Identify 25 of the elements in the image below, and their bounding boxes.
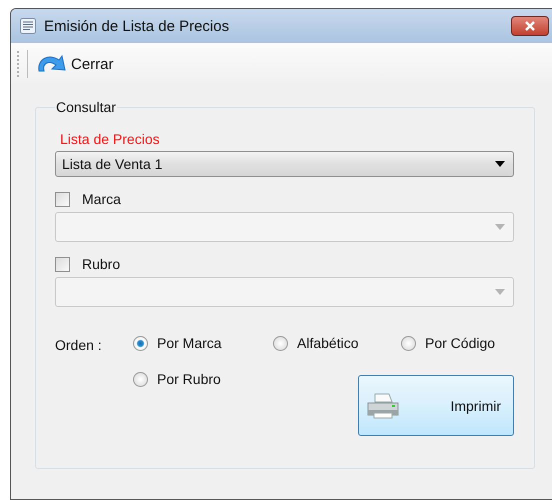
radio-button[interactable] — [133, 336, 148, 350]
radio-option[interactable]: Por Código — [401, 329, 496, 351]
radio-option[interactable]: Alfabético — [273, 329, 358, 351]
radio-button[interactable] — [273, 336, 288, 350]
price-list-label: Lista de Precios — [60, 131, 161, 147]
dropdown-arrow-icon — [495, 289, 505, 295]
radio-button[interactable] — [401, 336, 416, 350]
print-button[interactable]: Imprimir — [358, 375, 514, 436]
checkbox-label: Marca — [82, 191, 121, 207]
price-list-dropdown[interactable]: Lista de Venta 1 — [55, 151, 514, 177]
printer-icon — [365, 392, 401, 420]
close-toolbar-button[interactable]: Cerrar — [35, 51, 114, 77]
close-button[interactable] — [511, 16, 549, 36]
radio-button[interactable] — [133, 372, 148, 386]
radio-option[interactable]: Por Rubro — [133, 365, 221, 387]
dropdown-arrow-icon — [495, 224, 505, 230]
form-icon — [20, 18, 36, 34]
order-label: Orden : — [55, 336, 103, 353]
grip-icon — [17, 51, 20, 77]
radio-option[interactable]: Por Marca — [133, 329, 222, 351]
dropdown-arrow-icon — [495, 161, 505, 167]
window-title: Emisión de Lista de Precios — [44, 18, 230, 34]
group-title: Consultar — [55, 99, 117, 115]
checkbox-label: Rubro — [82, 256, 120, 272]
close-icon — [524, 21, 536, 31]
